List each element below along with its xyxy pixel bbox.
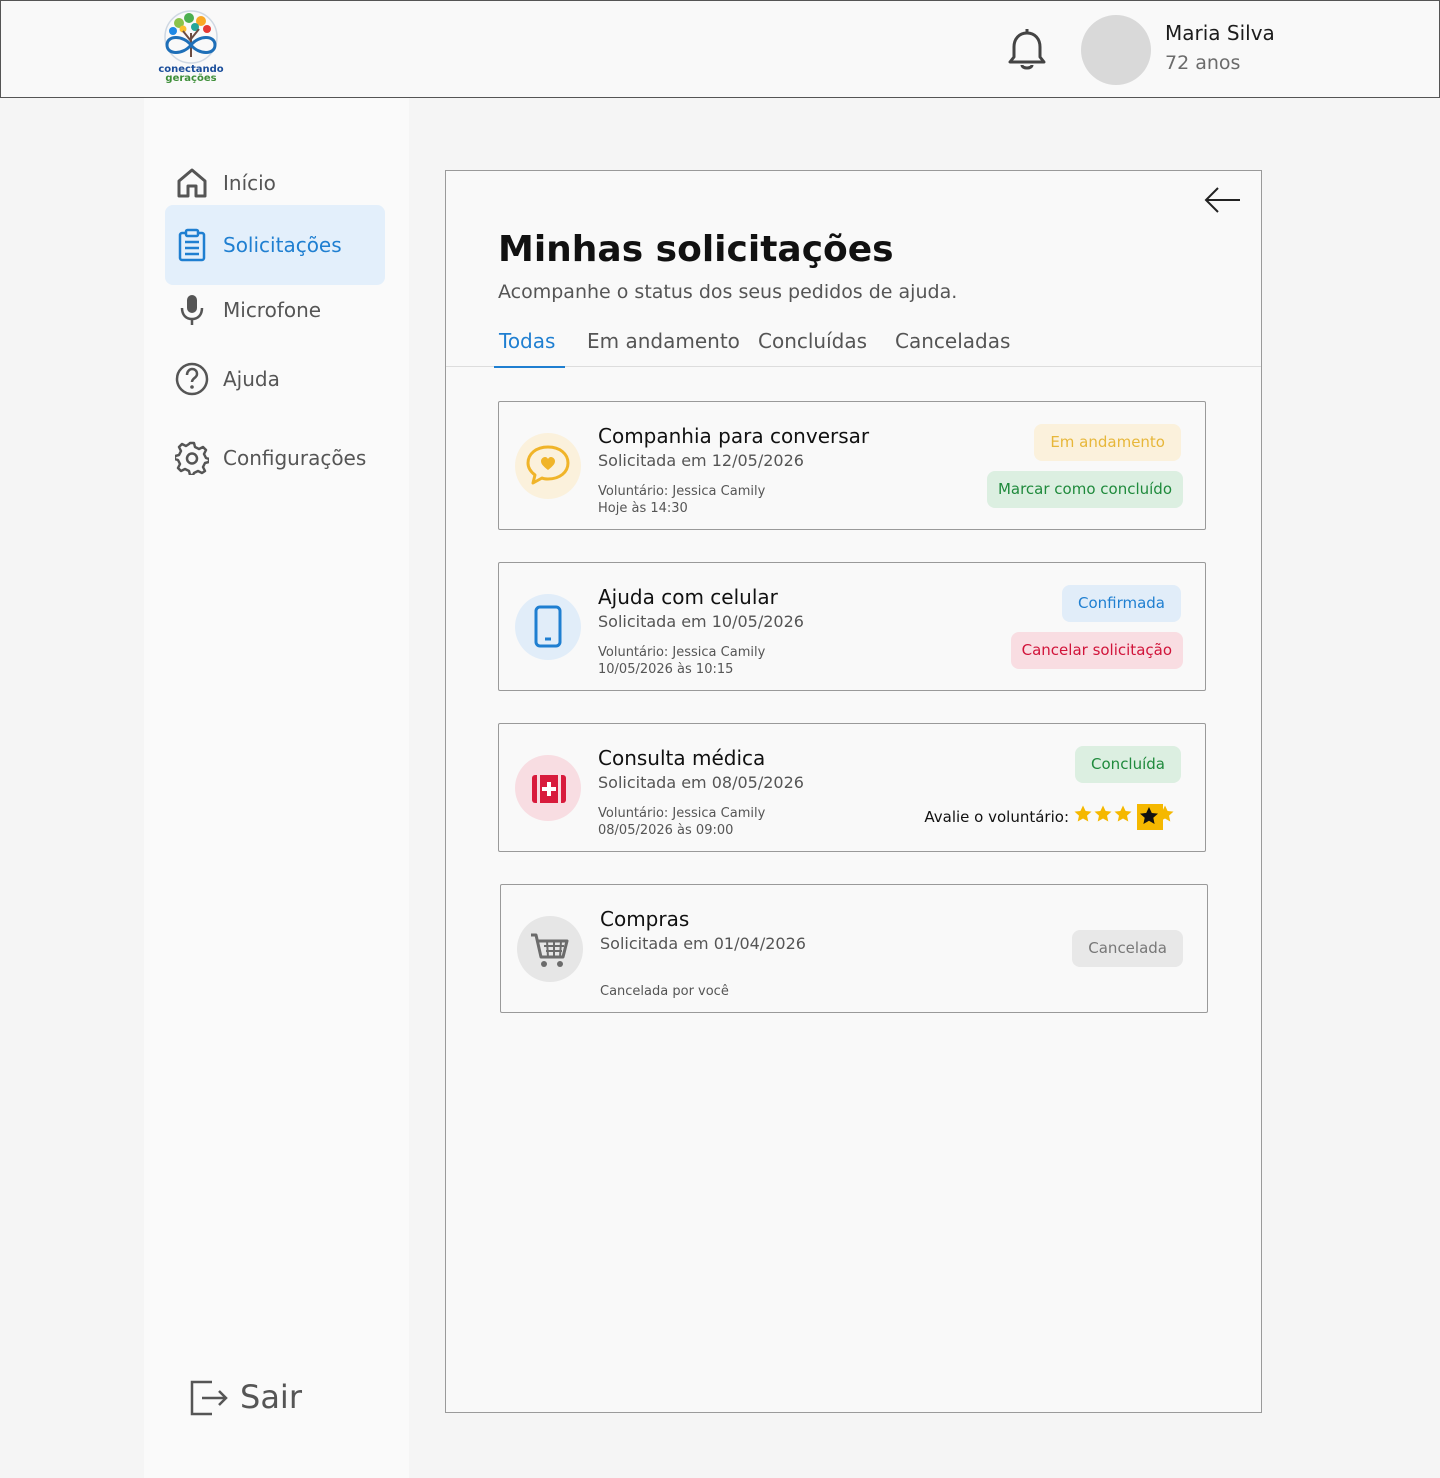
- tab-todas[interactable]: Todas: [493, 329, 566, 368]
- back-arrow-icon[interactable]: [1202, 185, 1242, 215]
- request-icon-wrap: [515, 432, 581, 499]
- request-note: Cancelada por você: [600, 984, 729, 999]
- requests-panel: Minhas solicitações Acompanhe o status d…: [445, 170, 1262, 1413]
- star-icon[interactable]: [1113, 804, 1133, 824]
- request-card[interactable]: Consulta médica Solicitada em 08/05/2026…: [498, 723, 1206, 852]
- request-time: Hoje às 14:30: [598, 501, 688, 516]
- page-title: Minhas solicitações: [498, 229, 894, 270]
- notifications-button[interactable]: [1005, 27, 1049, 73]
- chat-heart-icon: [526, 445, 570, 484]
- request-title: Ajuda com celular: [598, 585, 778, 609]
- cancel-request-button[interactable]: Cancelar solicitação: [1010, 632, 1183, 669]
- cart-icon: [531, 933, 569, 967]
- request-date: Solicitada em 12/05/2026: [598, 451, 804, 470]
- logout-icon: [190, 1380, 228, 1416]
- star-icon[interactable]: [1155, 804, 1175, 824]
- sidebar-item-label: Início: [223, 171, 276, 195]
- tab-canceladas[interactable]: Canceladas: [895, 329, 1010, 367]
- star-icon[interactable]: [1093, 804, 1113, 824]
- app-logo[interactable]: conectando gerações: [153, 7, 229, 87]
- sidebar-item-configuracoes[interactable]: Configurações: [165, 418, 385, 498]
- request-icon-wrap: [517, 915, 583, 982]
- clipboard-icon: [178, 228, 206, 262]
- logo-tree-icon: [164, 10, 218, 64]
- status-badge: Concluída: [1075, 746, 1181, 783]
- tab-concluidas[interactable]: Concluídas: [758, 329, 867, 367]
- logo-text-line2: gerações: [165, 73, 217, 84]
- sidebar-item-label: Configurações: [223, 446, 367, 470]
- star-icon[interactable]: [1073, 804, 1093, 824]
- bell-icon: [1008, 29, 1046, 70]
- tab-em-andamento[interactable]: Em andamento: [587, 329, 740, 367]
- request-icon-wrap: [515, 593, 581, 660]
- status-tabs: Todas Em andamento Concluídas Canceladas: [446, 319, 1261, 368]
- phone-icon: [534, 605, 562, 647]
- request-volunteer: Voluntário: Jessica Camily: [598, 645, 766, 660]
- sidebar-item-label: Solicitações: [223, 233, 342, 257]
- request-time: 08/05/2026 às 09:00: [598, 823, 734, 838]
- mark-complete-button[interactable]: Marcar como concluído: [986, 471, 1183, 508]
- page-subtitle: Acompanhe o status dos seus pedidos de a…: [498, 281, 958, 303]
- request-title: Compras: [600, 907, 690, 931]
- sidebar-item-ajuda[interactable]: Ajuda: [165, 339, 385, 419]
- request-volunteer: Voluntário: Jessica Camily: [598, 806, 766, 821]
- avatar[interactable]: [1081, 15, 1151, 85]
- request-card[interactable]: Compras Solicitada em 01/04/2026 Cancela…: [500, 884, 1208, 1013]
- request-card[interactable]: Ajuda com celular Solicitada em 10/05/20…: [498, 562, 1206, 691]
- status-badge: Cancelada: [1072, 930, 1183, 967]
- sidebar-item-microfone[interactable]: Microfone: [165, 270, 385, 350]
- medical-kit-icon: [532, 774, 566, 803]
- sidebar: Início Solicitações Microfone Ajuda Conf…: [144, 98, 409, 1478]
- logout-button[interactable]: Sair: [188, 1370, 338, 1426]
- home-icon: [177, 168, 207, 198]
- request-title: Consulta médica: [598, 746, 766, 770]
- status-badge: Em andamento: [1034, 424, 1181, 461]
- user-name: Maria Silva: [1165, 21, 1275, 45]
- volunteer-rating: Avalie o voluntário:: [924, 804, 1175, 830]
- help-icon: [175, 362, 209, 396]
- top-header: conectando gerações Maria Silva 72 anos: [0, 0, 1440, 98]
- rating-stars: [1073, 804, 1175, 830]
- request-icon-wrap: [515, 754, 581, 821]
- request-title: Companhia para conversar: [598, 424, 870, 448]
- request-date: Solicitada em 01/04/2026: [600, 934, 806, 953]
- user-age: 72 anos: [1165, 52, 1241, 74]
- logout-label: Sair: [240, 1378, 302, 1416]
- request-volunteer: Voluntário: Jessica Camily: [598, 484, 766, 499]
- sidebar-item-label: Microfone: [223, 298, 322, 322]
- request-time: 10/05/2026 às 10:15: [598, 662, 734, 677]
- request-date: Solicitada em 08/05/2026: [598, 773, 804, 792]
- microphone-icon: [180, 295, 204, 325]
- request-date: Solicitada em 10/05/2026: [598, 612, 804, 631]
- gear-icon: [175, 441, 209, 475]
- request-card[interactable]: Companhia para conversar Solicitada em 1…: [498, 401, 1206, 530]
- sidebar-item-label: Ajuda: [223, 367, 280, 391]
- rating-label: Avalie o voluntário:: [924, 808, 1069, 826]
- status-badge: Confirmada: [1061, 585, 1181, 622]
